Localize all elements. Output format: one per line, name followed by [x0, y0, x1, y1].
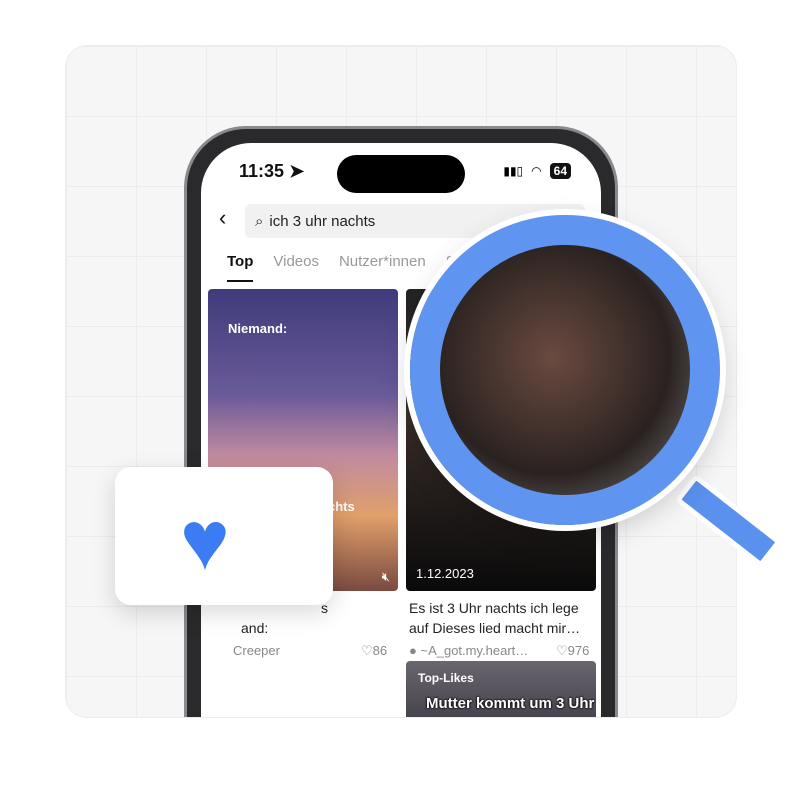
- heart-icon: ♥: [180, 493, 230, 587]
- wifi-icon: ◠: [531, 164, 542, 178]
- back-button[interactable]: ‹: [219, 205, 226, 231]
- avatar: ●: [409, 643, 417, 658]
- status-icons: ▮▮▯ ◠ 64: [503, 163, 571, 179]
- video-card[interactable]: Top-Likes Mutter kommt um 3 Uhr: [406, 661, 596, 717]
- tab-users[interactable]: Nutzer*innen: [339, 253, 426, 282]
- tab-videos[interactable]: Videos: [273, 253, 319, 282]
- status-time: 11:35 ➤: [239, 161, 305, 181]
- tab-bar: Top Videos Nutzer*innen S: [227, 253, 456, 282]
- magnifier-lens-icon: [410, 215, 720, 525]
- signal-icon: ▮▮▯: [503, 164, 524, 178]
- battery-icon: 64: [549, 163, 571, 179]
- heart-outline-icon: ♡: [556, 643, 568, 658]
- location-arrow-icon: ➤: [289, 161, 305, 181]
- heart-outline-icon: ♡: [361, 643, 373, 658]
- tab-top[interactable]: Top: [227, 253, 254, 282]
- dynamic-island: [337, 155, 465, 193]
- search-icon: ⌕: [255, 212, 264, 230]
- mute-icon[interactable]: 🔇︎: [382, 569, 390, 585]
- video-caption: Mutter kommt um 3 Uhr: [426, 695, 595, 712]
